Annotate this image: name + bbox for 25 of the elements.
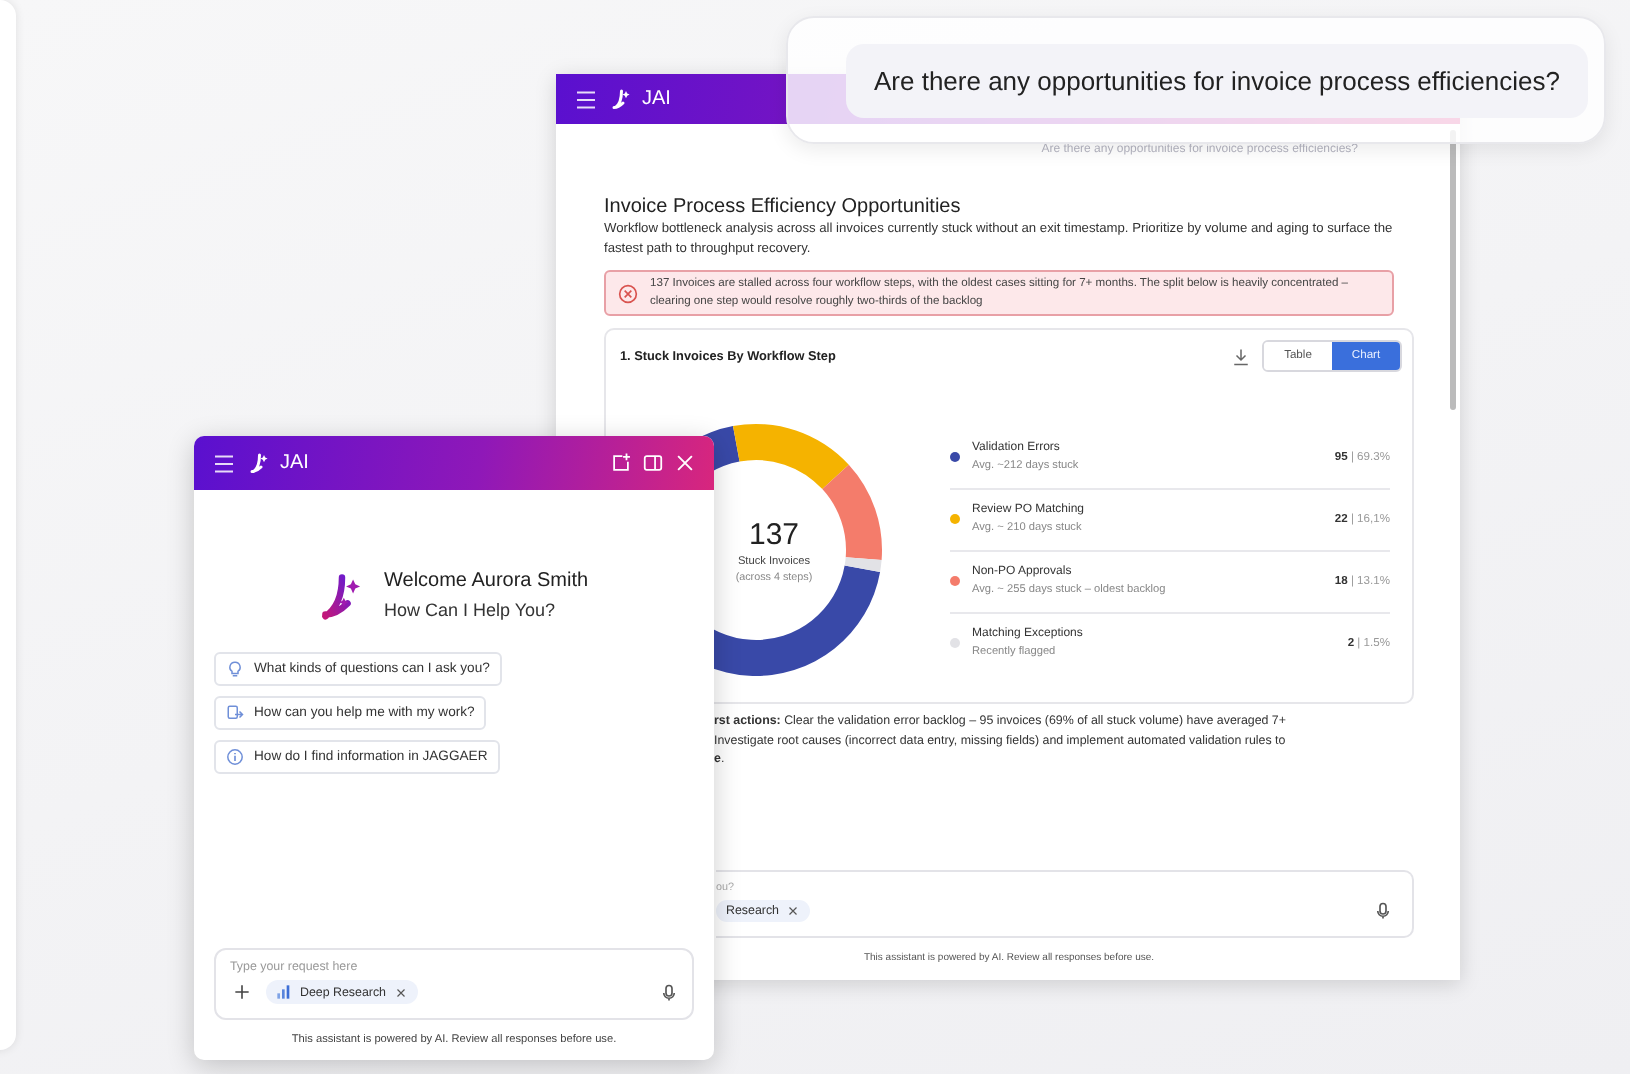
new-chat-icon[interactable] <box>610 452 632 474</box>
microphone-icon[interactable] <box>660 983 678 1001</box>
total-count: 137 <box>748 517 800 551</box>
close-icon[interactable] <box>786 903 801 917</box>
info-icon <box>226 748 244 766</box>
logo-icon <box>318 571 366 619</box>
app-name: JAI <box>642 88 671 110</box>
lightbulb-icon <box>226 660 244 678</box>
welcome-title: Welcome Aurora Smith <box>384 570 589 592</box>
logo-icon <box>246 451 270 475</box>
report-title: Invoice Process Efficiency Opportunities <box>604 196 963 218</box>
app-name: JAI <box>280 452 309 474</box>
download-icon[interactable] <box>1232 347 1250 365</box>
menu-icon[interactable] <box>574 87 598 111</box>
logo-icon <box>608 87 632 111</box>
add-button[interactable] <box>230 980 254 1004</box>
bar-chart-icon <box>276 984 292 1000</box>
menu-icon[interactable] <box>212 451 236 475</box>
error-icon <box>618 283 638 303</box>
microphone-icon[interactable] <box>1374 901 1392 919</box>
welcome-subtitle: How Can I Help You? <box>384 600 558 620</box>
prompt-text: Are there any opportunities for invoice process efficiencies? <box>845 43 1588 117</box>
side-panel-icon[interactable] <box>642 452 664 474</box>
close-icon[interactable] <box>394 985 408 999</box>
plus-icon <box>234 984 250 1000</box>
